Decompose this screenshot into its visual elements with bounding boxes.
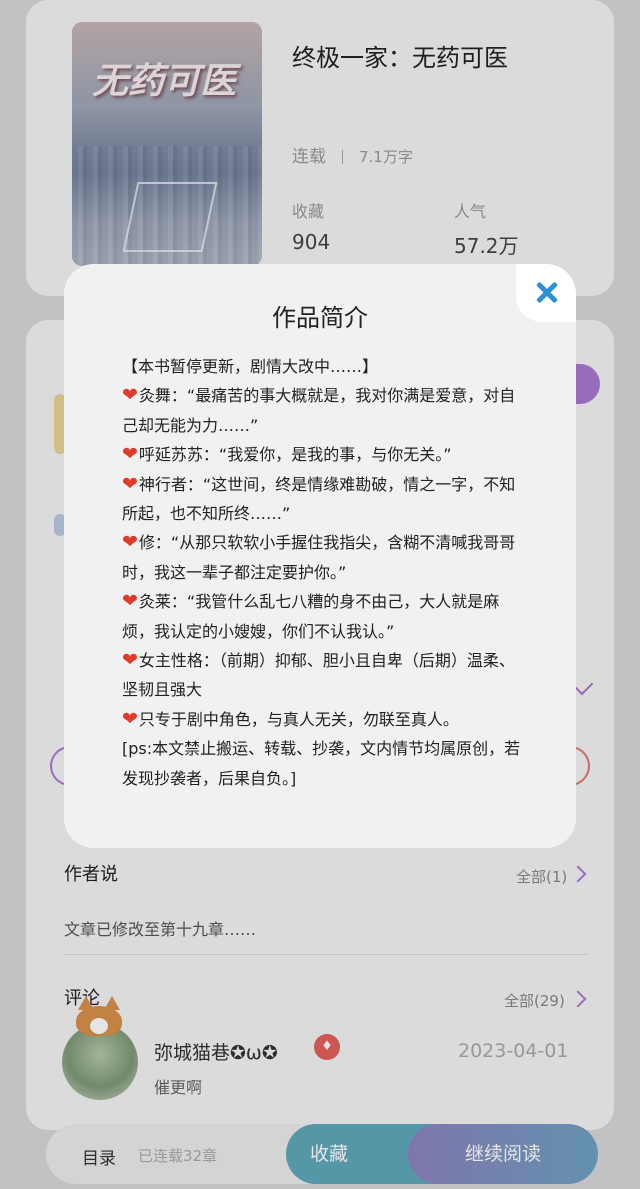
synopsis-modal: 作品简介 【本书暂停更新，剧情大改中……】 ❤灸舞：“最痛苦的事大概就是，我对你满… <box>64 264 576 848</box>
heart-icon: ❤ <box>122 472 138 495</box>
synopsis-line: ❤神行者：“这世间，终是情缘难勘破，情之一字，不知所起，也不知所终……” <box>122 470 522 529</box>
heart-icon: ❤ <box>122 649 138 672</box>
synopsis-line-text: 神行者：“这世间，终是情缘难勘破，情之一字，不知所起，也不知所终……” <box>122 474 516 524</box>
synopsis-line-text: 灸舞：“最痛苦的事大概就是，我对你满是爱意，对自己却无能为力……” <box>122 386 516 435</box>
synopsis-line: 【本书暂停更新，剧情大改中……】 <box>122 352 522 381</box>
synopsis-text: 【本书暂停更新，剧情大改中……】 ❤灸舞：“最痛苦的事大概就是，我对你满是爱意，对… <box>122 352 522 793</box>
synopsis-line: ❤灸舞：“最痛苦的事大概就是，我对你满是爱意，对自己却无能为力……” <box>122 381 522 440</box>
heart-icon: ❤ <box>122 590 138 613</box>
synopsis-line: ❤修：“从那只软软小手握住我指尖，含糊不清喊我哥哥时，我这一辈子都注定要护你。” <box>122 528 522 587</box>
heart-icon: ❤ <box>122 443 138 466</box>
synopsis-line-text: [ps:本文禁止搬运、转载、抄袭，文内情节均属原创，若发现抄袭者，后果自负。] <box>122 739 521 788</box>
modal-title: 作品简介 <box>272 304 368 332</box>
synopsis-line-text: 呼延苏苏：“我爱你，是我的事，与你无关。” <box>138 445 452 465</box>
synopsis-line-text: 【本书暂停更新，剧情大改中……】 <box>122 357 379 376</box>
synopsis-line: [ps:本文禁止搬运、转载、抄袭，文内情节均属原创，若发现抄袭者，后果自负。] <box>122 734 522 793</box>
synopsis-line-text: 灸莱：“我管什么乱七八糟的身不由己，大人就是麻烦，我认定的小嫂嫂，你们不认我认。… <box>122 592 500 641</box>
heart-icon: ❤ <box>122 707 138 730</box>
heart-icon: ❤ <box>122 531 138 554</box>
synopsis-line-text: 修：“从那只软软小手握住我指尖，含糊不清喊我哥哥时，我这一辈子都注定要护你。” <box>122 533 516 582</box>
synopsis-line: ❤只专于剧中角色，与真人无关，勿联至真人。 <box>122 705 522 734</box>
synopsis-line: ❤呼延苏苏：“我爱你，是我的事，与你无关。” <box>122 440 522 469</box>
synopsis-line-text: 只专于剧中角色，与真人无关，勿联至真人。 <box>138 709 459 729</box>
heart-icon: ❤ <box>122 384 138 407</box>
synopsis-line: ❤灸莱：“我管什么乱七八糟的身不由己，大人就是麻烦，我认定的小嫂嫂，你们不认我认… <box>122 587 522 646</box>
synopsis-line-text: 女主性格：（前期）抑郁、胆小且自卑（后期）温柔、坚韧且强大 <box>122 651 515 700</box>
synopsis-line: ❤女主性格：（前期）抑郁、胆小且自卑（后期）温柔、坚韧且强大 <box>122 646 522 705</box>
